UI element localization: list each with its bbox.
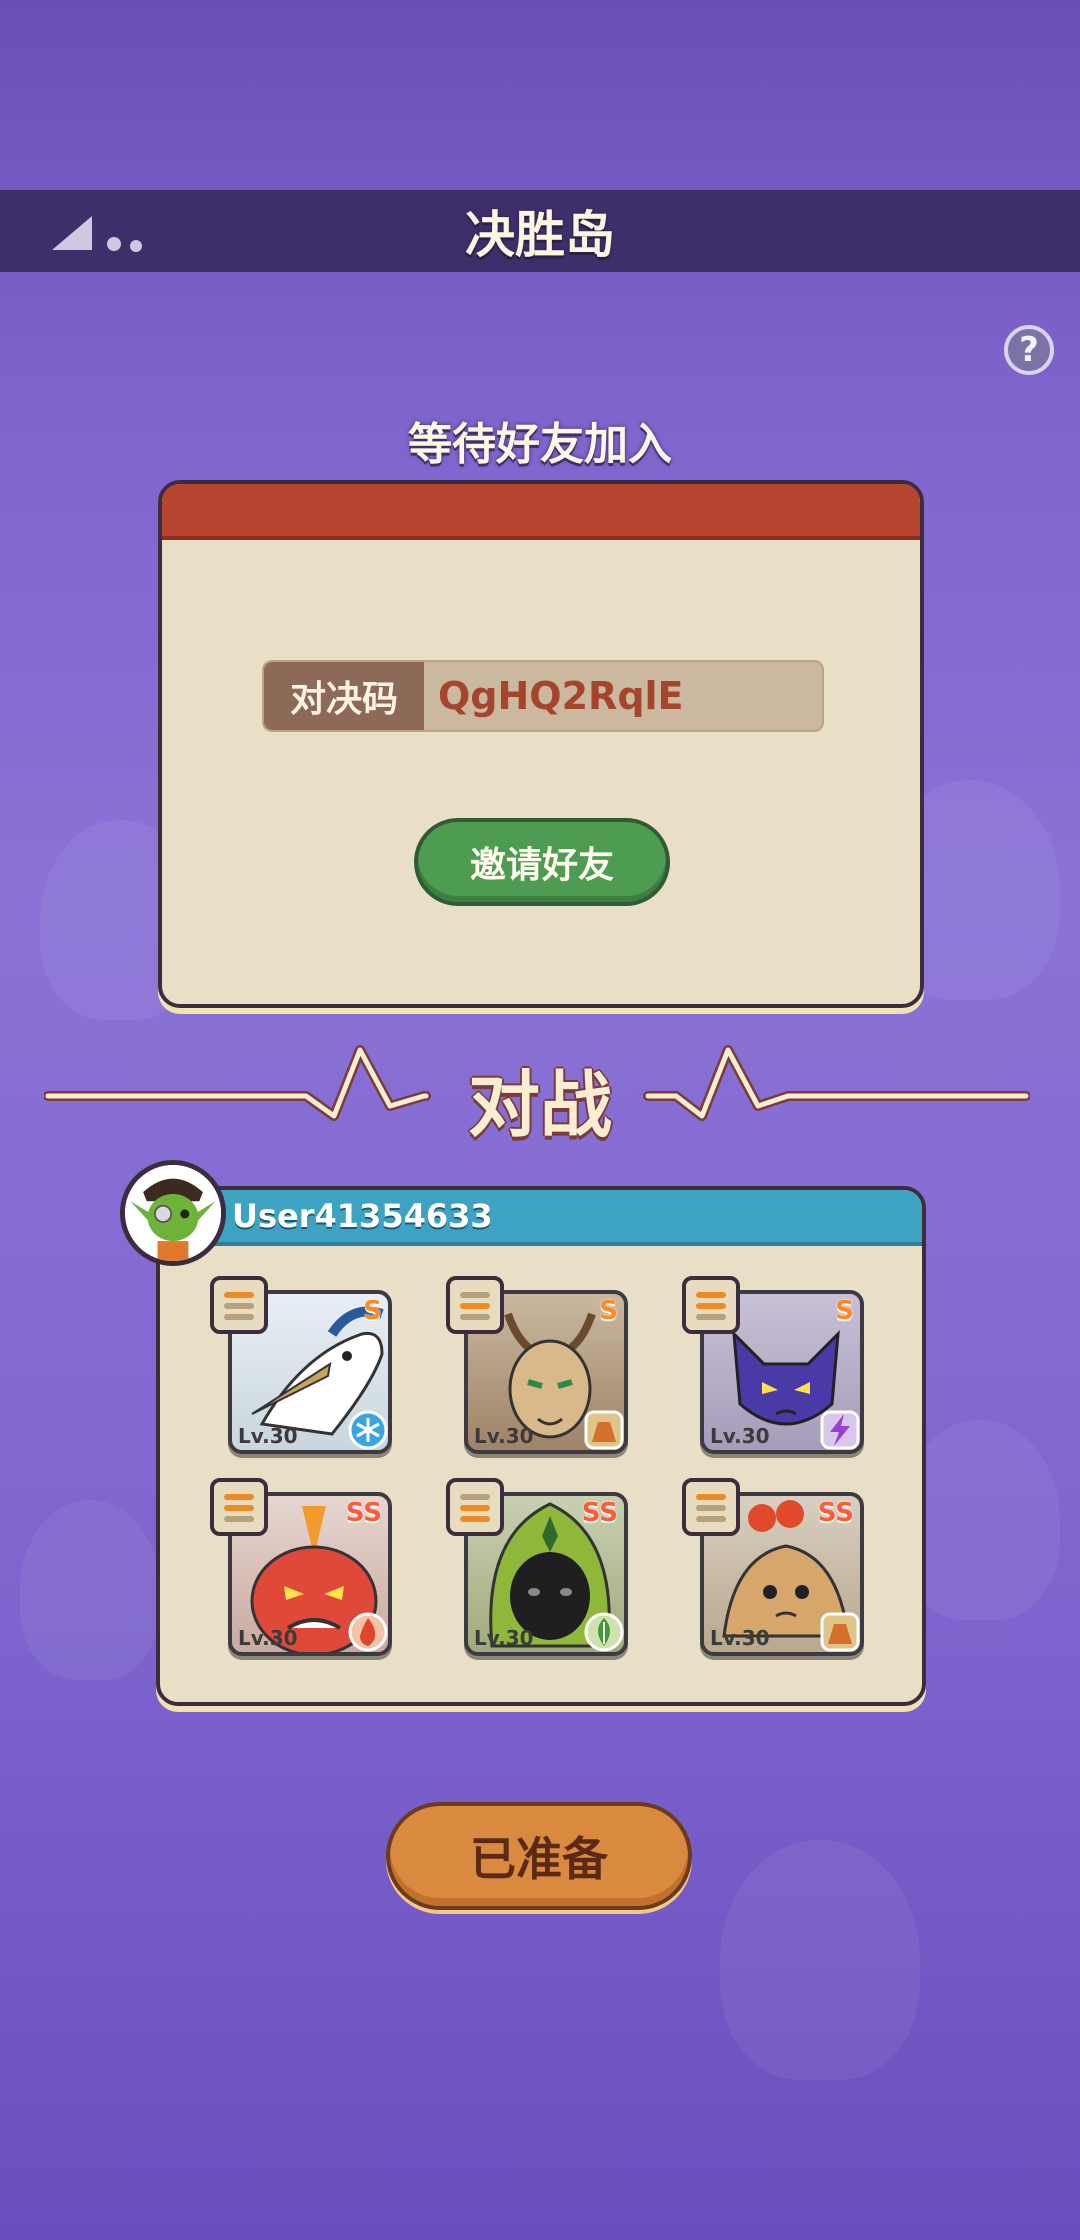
monster-menu-button[interactable] bbox=[446, 1478, 504, 1536]
monster-slot[interactable]: S Lv.30 bbox=[210, 1276, 392, 1454]
goblin-avatar-icon bbox=[125, 1165, 221, 1261]
monster-level: Lv.30 bbox=[238, 1626, 298, 1650]
username: User41354633 bbox=[232, 1197, 493, 1235]
help-button[interactable]: ? bbox=[1004, 325, 1054, 375]
top-bar: 决胜岛 bbox=[0, 190, 1080, 272]
leaf-icon bbox=[584, 1612, 624, 1652]
page-title: 决胜岛 bbox=[465, 206, 615, 264]
monster-menu-button[interactable] bbox=[682, 1276, 740, 1334]
rank-badge: SS bbox=[817, 1498, 854, 1528]
earth-icon bbox=[584, 1410, 624, 1450]
rank-badge: SS bbox=[345, 1498, 382, 1528]
earth-icon bbox=[820, 1612, 860, 1652]
monster-level: Lv.30 bbox=[710, 1424, 770, 1448]
monster-level: Lv.30 bbox=[474, 1424, 534, 1448]
lightning-icon bbox=[820, 1410, 860, 1450]
invite-card: 对决码 QgHQ2RqlE 邀请好友 bbox=[158, 480, 924, 1008]
signal-icon bbox=[52, 216, 142, 252]
monster-slot[interactable]: S Lv.30 bbox=[446, 1276, 628, 1454]
monster-level: Lv.30 bbox=[710, 1626, 770, 1650]
rank-badge: S bbox=[835, 1296, 854, 1326]
monster-slot[interactable]: SS Lv.30 bbox=[682, 1478, 864, 1656]
monster-menu-button[interactable] bbox=[682, 1478, 740, 1536]
rank-badge: S bbox=[599, 1296, 618, 1326]
battle-title: 对战 bbox=[467, 1063, 612, 1147]
monster-menu-button[interactable] bbox=[210, 1478, 268, 1536]
team-card-header: User41354633 bbox=[160, 1190, 922, 1246]
rank-badge: SS bbox=[581, 1498, 618, 1528]
monster-slot[interactable]: SS Lv.30 bbox=[210, 1478, 392, 1656]
monster-level: Lv.30 bbox=[474, 1626, 534, 1650]
ghost-decoration bbox=[720, 1840, 920, 2080]
invite-card-header bbox=[162, 484, 920, 540]
monster-slot[interactable]: SS Lv.30 bbox=[446, 1478, 628, 1656]
waiting-status: 等待好友加入 bbox=[408, 419, 672, 470]
monster-slot[interactable]: S Lv.30 bbox=[682, 1276, 864, 1454]
duel-code-label: 对决码 bbox=[264, 662, 424, 730]
monster-level: Lv.30 bbox=[238, 1424, 298, 1448]
duel-code-box[interactable]: 对决码 QgHQ2RqlE bbox=[262, 660, 824, 732]
monster-menu-button[interactable] bbox=[446, 1276, 504, 1334]
duel-code-value[interactable]: QgHQ2RqlE bbox=[424, 662, 822, 730]
question-icon: ? bbox=[1019, 330, 1039, 370]
monster-menu-button[interactable] bbox=[210, 1276, 268, 1334]
ice-icon bbox=[348, 1410, 388, 1450]
rank-badge: S bbox=[363, 1296, 382, 1326]
ghost-decoration bbox=[20, 1500, 160, 1680]
invite-friend-button[interactable]: 邀请好友 bbox=[414, 818, 670, 906]
fire-icon bbox=[348, 1612, 388, 1652]
ready-button[interactable]: 已准备 bbox=[386, 1802, 692, 1910]
team-card: User41354633 S Lv.30 S Lv.30 S Lv.30 SS … bbox=[156, 1186, 926, 1706]
avatar[interactable] bbox=[120, 1160, 226, 1266]
